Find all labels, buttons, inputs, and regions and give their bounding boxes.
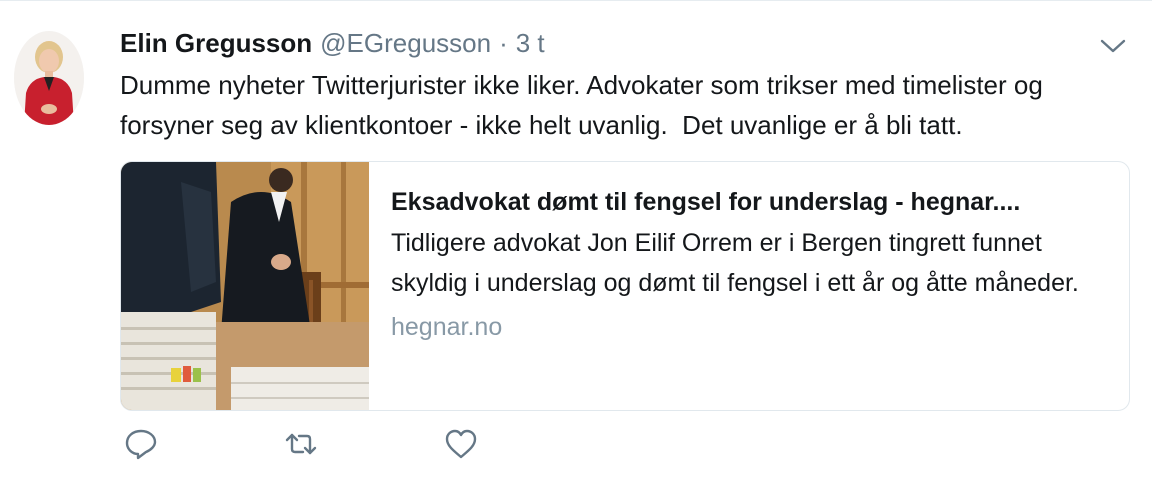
heart-icon[interactable] <box>444 427 478 461</box>
card-title: Eksadvokat dømt til fengsel for undersla… <box>391 188 1021 216</box>
tweet-timestamp[interactable]: 3 t <box>516 25 545 61</box>
card-image <box>121 162 369 410</box>
card-domain: hegnar.no <box>391 313 503 341</box>
tweet: Elin Gregusson @EGregusson · 3 t Dumme n… <box>0 0 1152 504</box>
card-description: Tidligere advokat Jon Eilif Orrem er i B… <box>391 229 1079 297</box>
tweet-actions <box>4 427 604 461</box>
avatar[interactable] <box>14 31 84 125</box>
retweet-icon[interactable] <box>284 427 318 461</box>
link-card[interactable]: Eksadvokat dømt til fengsel for undersla… <box>120 161 1130 411</box>
author-name[interactable]: Elin Gregusson <box>120 25 312 61</box>
separator-dot: · <box>499 28 508 58</box>
tweet-content: Elin Gregusson @EGregusson · 3 t Dumme n… <box>120 25 1132 411</box>
tweet-header: Elin Gregusson @EGregusson · 3 t <box>120 25 1132 61</box>
chevron-down-icon[interactable] <box>1098 35 1128 57</box>
avatar-image <box>14 31 84 125</box>
reply-icon[interactable] <box>124 427 158 461</box>
author-handle[interactable]: @EGregusson <box>320 25 491 61</box>
card-body: Eksadvokat dømt til fengsel for undersla… <box>369 162 1129 410</box>
tweet-text: Dumme nyheter Twitterjurister ikke liker… <box>120 70 1051 140</box>
